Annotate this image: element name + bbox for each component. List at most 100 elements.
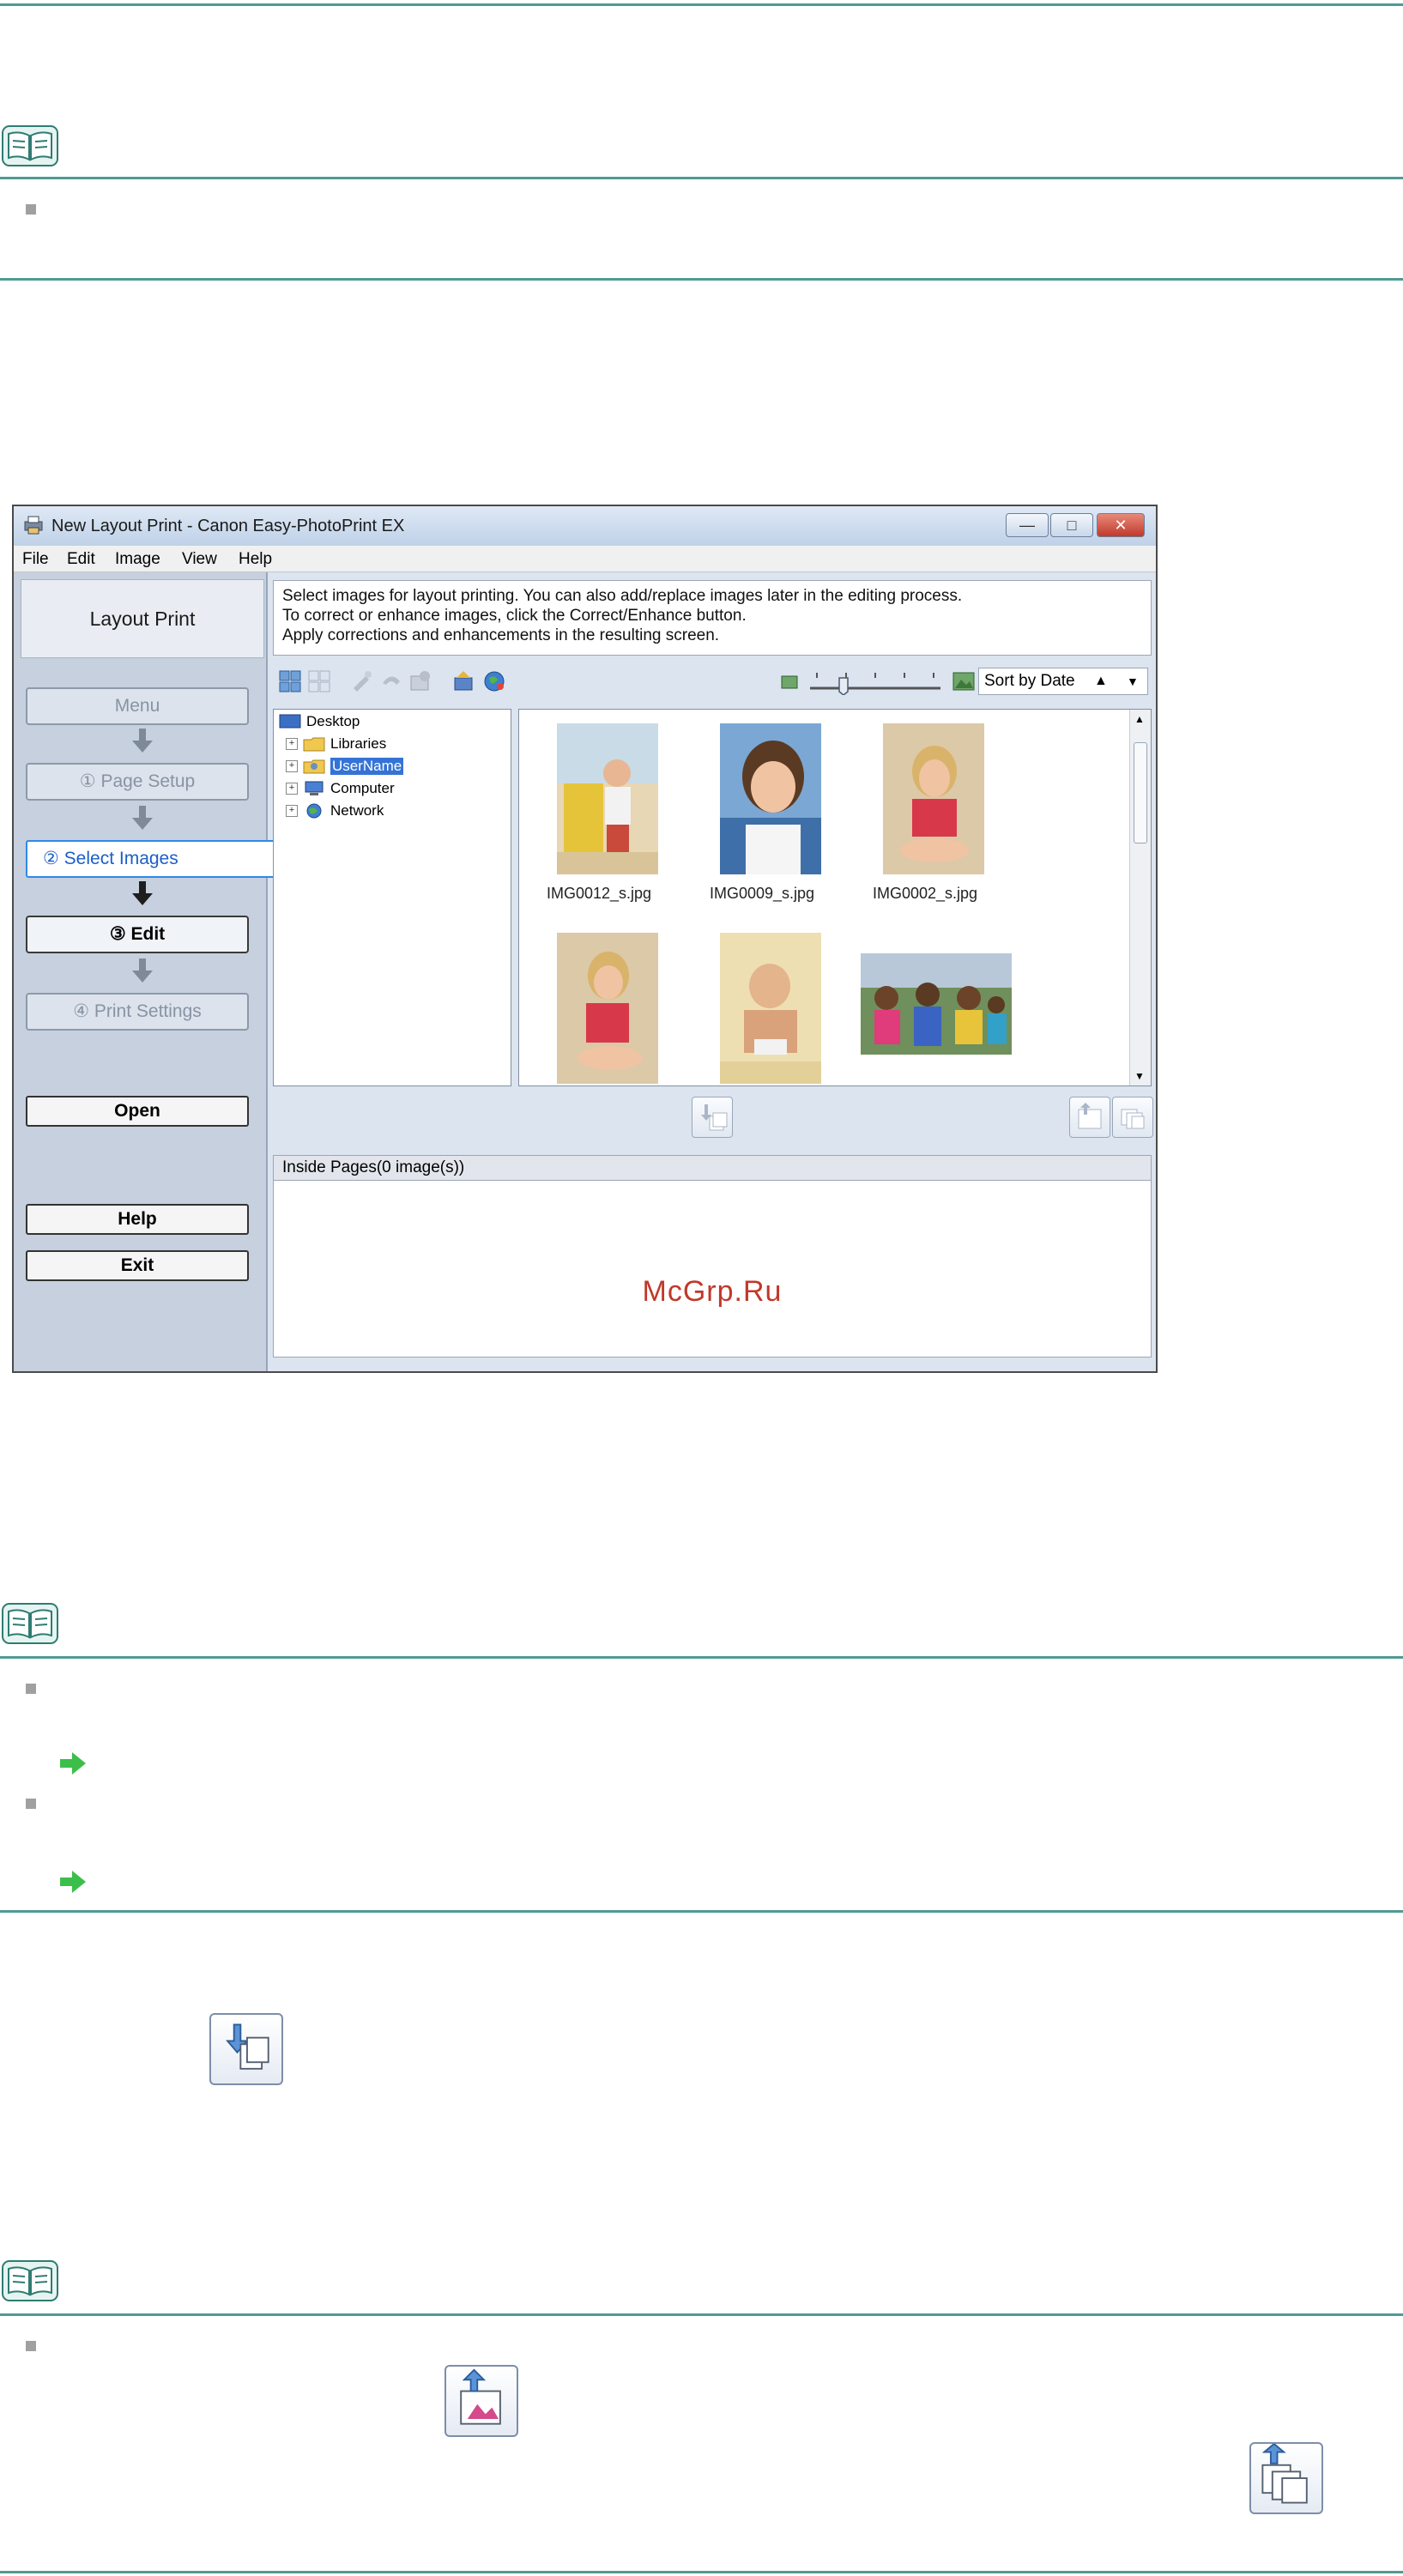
remove-image-button[interactable]: [1112, 1097, 1153, 1138]
menu-help[interactable]: Help: [239, 550, 272, 569]
link-arrow-icon[interactable]: [60, 1871, 86, 1893]
menu-image[interactable]: Image: [115, 550, 160, 569]
app-window: New Layout Print - Canon Easy-PhotoPrint…: [12, 505, 1158, 1373]
inside-pages-area: McGrp.Ru: [273, 1181, 1152, 1358]
maximize-button[interactable]: □: [1050, 513, 1093, 537]
large-thumbnail-icon[interactable]: [952, 671, 975, 692]
replace-image-button[interactable]: [1069, 1097, 1110, 1138]
note-book-icon: [2, 2260, 58, 2301]
expand-plus-icon[interactable]: +: [286, 805, 298, 817]
bottom-rule: [0, 2571, 1403, 2573]
add-image-button-illustration: [209, 2013, 283, 2085]
scroll-thumb[interactable]: [1134, 742, 1147, 844]
libraries-folder-icon: [303, 737, 325, 752]
tree-label: Desktop: [306, 713, 360, 729]
photo-thumbnail[interactable]: [883, 723, 984, 874]
sort-label: Sort by Date: [984, 672, 1075, 690]
selection-buttons: [273, 1095, 1153, 1138]
expand-plus-icon[interactable]: +: [286, 760, 298, 772]
thumbnail-label: IMG0002_s.jpg: [873, 885, 978, 902]
instruction-line: Apply corrections and enhancements in th…: [282, 626, 720, 644]
note-rule: [0, 177, 1403, 179]
add-image-button[interactable]: [692, 1097, 733, 1138]
step-select-images-button[interactable]: ② Select Images: [26, 840, 276, 878]
small-thumbnail-icon[interactable]: [781, 674, 798, 690]
step-print-settings-button[interactable]: ④ Print Settings: [26, 993, 249, 1031]
add-image-icon: [226, 2023, 269, 2070]
image-toolbar: Sort by Date ▲ ▼: [273, 666, 1152, 697]
photo-thumbnail[interactable]: [720, 723, 821, 874]
thumbnail-label: IMG0009_s.jpg: [710, 885, 815, 902]
menu-file[interactable]: File: [22, 550, 49, 569]
expand-plus-icon[interactable]: +: [286, 738, 298, 750]
tree-item-username[interactable]: + UserName: [286, 758, 404, 775]
note-bullet: [26, 1684, 36, 1694]
down-arrow-icon: [132, 958, 153, 983]
inside-pages-header: Inside Pages(0 image(s)): [273, 1155, 1152, 1181]
photo-thumbnail[interactable]: [557, 933, 658, 1084]
tree-item-computer[interactable]: + Computer: [286, 780, 395, 797]
remove-image-button-illustration: [1249, 2442, 1323, 2514]
help-button[interactable]: Help: [26, 1204, 249, 1235]
photo-thumbnail[interactable]: [861, 953, 1012, 1055]
thumbnail-label: IMG0012_s.jpg: [547, 885, 652, 902]
tree-label: Libraries: [330, 735, 387, 752]
note-bullet: [26, 1799, 36, 1809]
thumbnail-scrollbar[interactable]: ▲ ▼: [1129, 710, 1151, 1085]
app-printer-icon: [24, 516, 43, 535]
title-bar: New Layout Print - Canon Easy-PhotoPrint…: [14, 506, 1156, 546]
note-end-rule: [0, 1910, 1403, 1913]
down-arrow-icon: [132, 881, 153, 905]
deselect-all-icon[interactable]: [307, 669, 331, 693]
menu-view[interactable]: View: [182, 550, 217, 569]
remove-image-icon: [1261, 2442, 1308, 2504]
note-bullet: [26, 204, 36, 215]
replace-image-icon: [460, 2368, 501, 2425]
open-button[interactable]: Open: [26, 1096, 249, 1127]
user-folder-icon: [303, 759, 325, 774]
web-globe-icon[interactable]: [482, 669, 506, 693]
scroll-down-icon[interactable]: ▼: [1134, 1070, 1145, 1082]
scroll-up-icon[interactable]: ▲: [1134, 713, 1145, 725]
minimize-button[interactable]: —: [1006, 513, 1049, 537]
sort-ascending-icon: ▲: [1094, 674, 1108, 688]
expand-plus-icon[interactable]: +: [286, 783, 298, 795]
instruction-box: Select images for layout printing. You c…: [273, 580, 1152, 656]
tree-label-selected: UserName: [330, 758, 404, 775]
menu-edit[interactable]: Edit: [67, 550, 95, 569]
folder-tree: Desktop + Libraries + UserName + Compute…: [273, 709, 511, 1086]
rotate-left-icon[interactable]: [379, 669, 403, 693]
special-filter-icon[interactable]: [451, 669, 475, 693]
menu-bar: File Edit Image View Help: [14, 546, 1156, 572]
tree-item-network[interactable]: + Network: [286, 802, 384, 819]
exit-button[interactable]: Exit: [26, 1250, 249, 1281]
correct-enhance-icon[interactable]: [350, 669, 374, 693]
note-bullet: [26, 2341, 36, 2351]
note-book-icon: [2, 125, 58, 166]
photo-thumbnail[interactable]: [720, 933, 821, 1084]
sort-dropdown[interactable]: Sort by Date ▲ ▼: [978, 668, 1148, 695]
instruction-line: Select images for layout printing. You c…: [282, 587, 963, 605]
tree-item-libraries[interactable]: + Libraries: [286, 735, 386, 753]
note-book-icon: [2, 1603, 58, 1644]
select-all-icon[interactable]: [278, 669, 302, 693]
step-menu-button[interactable]: Menu: [26, 687, 249, 725]
tree-item-desktop[interactable]: Desktop: [279, 713, 360, 730]
close-button[interactable]: ✕: [1097, 513, 1145, 537]
step-edit-button[interactable]: ③ Edit: [26, 916, 249, 953]
computer-icon: [305, 781, 324, 795]
thumbnail-size-slider[interactable]: [805, 668, 946, 695]
note-rule: [0, 2313, 1403, 2316]
add-image-icon: [701, 1104, 728, 1131]
note-rule: [0, 1656, 1403, 1659]
remove-image-icon: [1121, 1109, 1145, 1129]
step-page-setup-button[interactable]: ① Page Setup: [26, 763, 249, 801]
photo-thumbnail[interactable]: [557, 723, 658, 874]
image-edit-icon[interactable]: [408, 669, 432, 693]
link-arrow-icon[interactable]: [60, 1752, 86, 1775]
watermark: McGrp.Ru: [642, 1275, 783, 1308]
note-end-rule: [0, 278, 1403, 281]
window-title: New Layout Print - Canon Easy-PhotoPrint…: [51, 517, 405, 535]
replace-image-button-illustration: [444, 2365, 518, 2437]
desktop-icon: [279, 714, 301, 729]
